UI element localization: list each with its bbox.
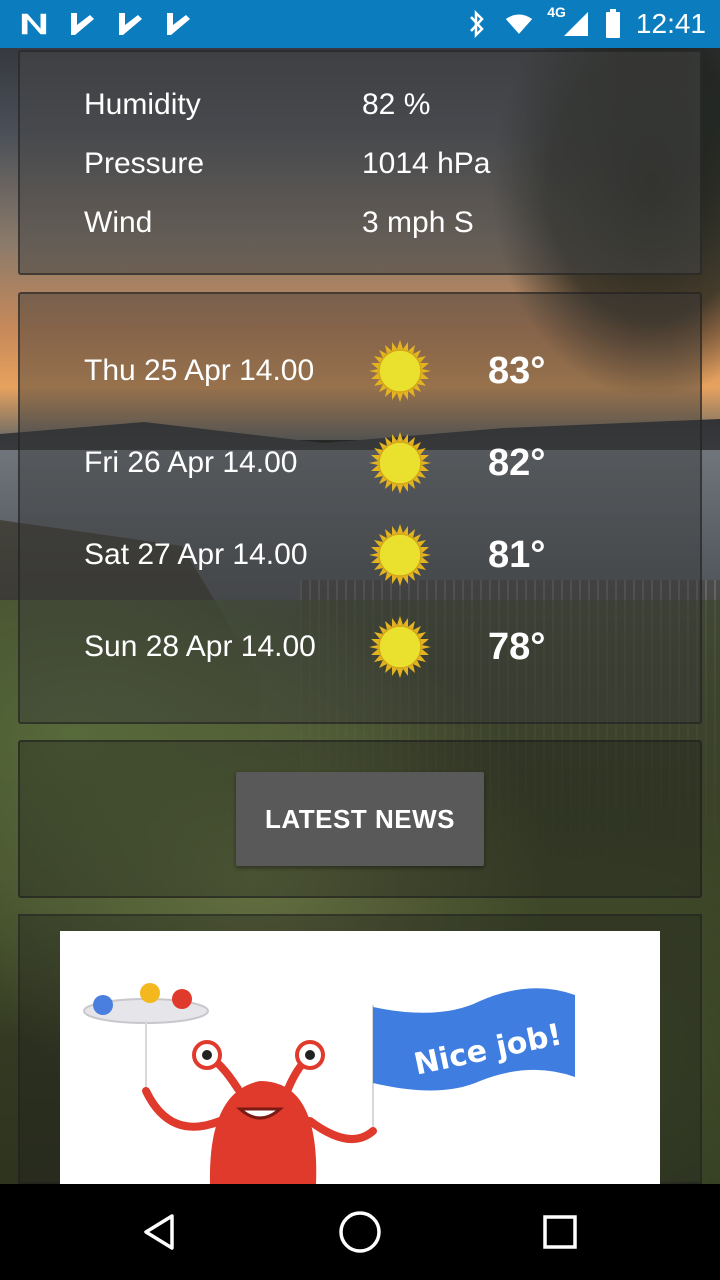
check-notification-icon [164,10,192,38]
recents-icon[interactable] [536,1208,584,1256]
nice-job-monster-illustration: Nice job! [83,983,575,1184]
forecast-row: Sat 27 Apr 14.00 81° [84,520,684,590]
back-icon[interactable] [136,1208,184,1256]
detail-label: Wind [84,206,153,239]
n-notification-icon [20,10,48,38]
forecast-date: Thu 25 Apr 14.00 [84,354,315,387]
status-bar: 4G 12:41 [0,0,720,48]
forecast-row: Thu 25 Apr 14.00 83° [84,336,684,406]
battery-icon [604,9,622,38]
weather-details-card: Humidity 82 % Pressure 1014 hPa Wind 3 m… [18,50,702,275]
cellular-signal-icon [562,10,590,38]
sun-icon [368,339,432,403]
forecast-date: Fri 26 Apr 14.00 [84,446,298,479]
forecast-date: Sun 28 Apr 14.00 [84,630,316,663]
check-notification-icon [116,10,144,38]
forecast-card: Thu 25 Apr 14.00 83° Fri 26 Apr 14.00 82… [18,292,702,724]
sun-icon [368,615,432,679]
forecast-date: Sat 27 Apr 14.00 [84,538,308,571]
forecast-temp: 81° [488,533,546,576]
forecast-temp: 83° [488,349,546,392]
home-icon[interactable] [336,1208,384,1256]
detail-value: 3 mph S [362,206,474,239]
detail-value: 1014 hPa [362,147,491,180]
ad-banner[interactable]: Nice job! [60,931,660,1184]
forecast-row: Fri 26 Apr 14.00 82° [84,428,684,498]
sun-icon [368,431,432,495]
bluetooth-icon [463,10,491,38]
detail-row-pressure: Pressure 1014 hPa [84,147,490,181]
check-notification-icon [68,10,96,38]
forecast-row: Sun 28 Apr 14.00 78° [84,612,684,682]
clock: 12:41 [635,8,706,39]
detail-row-humidity: Humidity 82 % [84,88,430,122]
forecast-temp: 82° [488,441,546,484]
detail-label: Humidity [84,88,201,121]
system-nav-bar [0,1184,720,1280]
sun-icon [368,523,432,587]
detail-row-wind: Wind 3 mph S [84,206,474,240]
detail-value: 82 % [362,88,431,121]
forecast-temp: 78° [488,625,546,668]
detail-label: Pressure [84,147,205,180]
wifi-icon [505,10,533,38]
latest-news-button[interactable]: LATEST NEWS [236,772,484,866]
